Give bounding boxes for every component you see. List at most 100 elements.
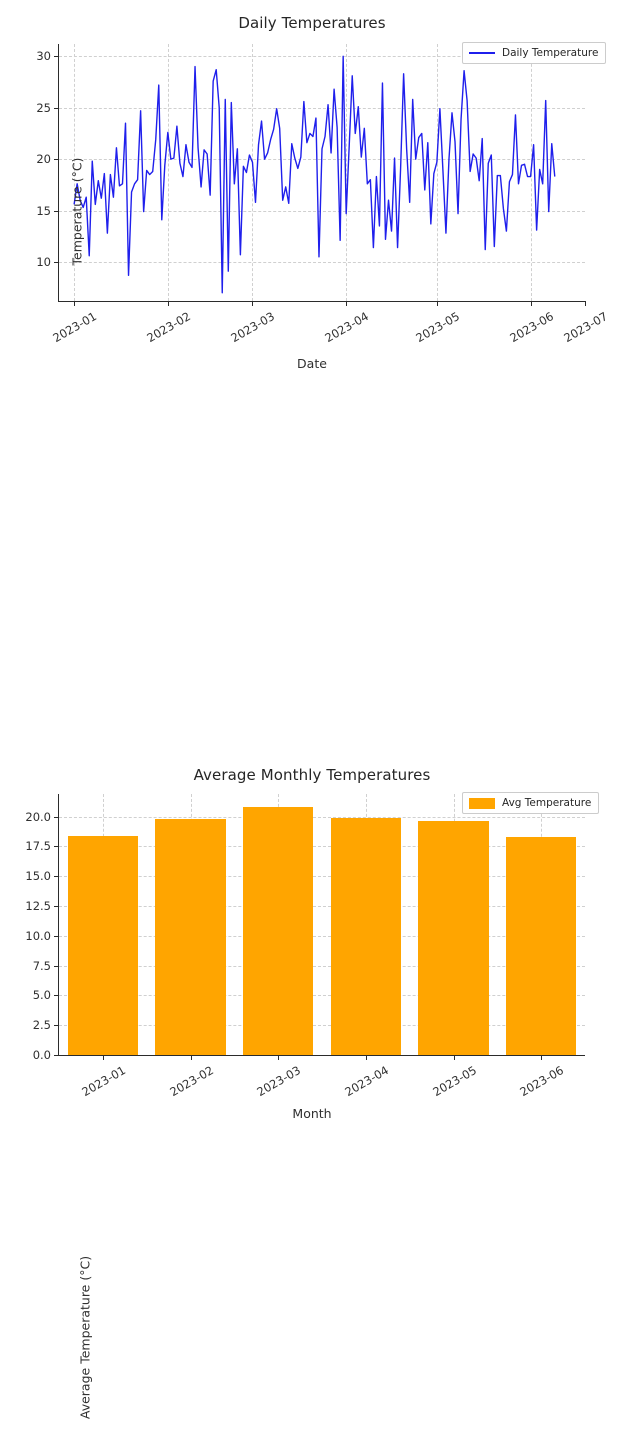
- gridline-vertical: [190, 794, 192, 1055]
- x-tick-mark: [365, 1055, 367, 1060]
- y-tick-label: 20: [36, 152, 51, 167]
- y-tick-label: 25: [36, 100, 51, 115]
- x-tick-mark: [167, 301, 169, 306]
- bar-2023-03[interactable]: [243, 806, 314, 1055]
- figure-canvas: Daily Temperatures 10 15 20 25 30 2023-01 2023…: [0, 0, 624, 1419]
- x-tick-label: 2023-06: [506, 309, 556, 346]
- x-tick-mark: [541, 1055, 543, 1060]
- line-chart-gridlines: [59, 44, 585, 301]
- y-tick-mark: [54, 816, 59, 818]
- y-tick-label: 2.5: [32, 1018, 51, 1033]
- gridline-vertical: [365, 794, 367, 1055]
- gridline-horizontal: [59, 846, 585, 848]
- bar-chart-bars-layer: [59, 794, 585, 1055]
- y-tick-label: 15: [36, 203, 51, 218]
- x-tick-label: 2023-04: [322, 309, 372, 346]
- gridline-horizontal: [59, 107, 585, 109]
- gridline-vertical: [278, 794, 280, 1055]
- bar-2023-05[interactable]: [418, 820, 489, 1055]
- legend-line-swatch-icon: [469, 52, 495, 54]
- y-tick-mark: [54, 876, 59, 878]
- x-tick-label: 2023-05: [429, 1063, 479, 1100]
- bar-chart-title: Average Monthly Temperatures: [193, 766, 431, 784]
- gridline-vertical: [102, 794, 104, 1055]
- bar-chart-plot-area: 0.0 2.5 5.0 7.5 10.0 12.5 15.0 17.5 20.0 2023-01 2…: [25, 794, 585, 1419]
- line-chart-panel: Daily Temperatures 10 15 20 25 30 2023-01 2023…: [0, 0, 624, 380]
- y-tick-label: 12.5: [25, 899, 51, 914]
- x-tick-mark: [252, 301, 254, 306]
- gridline-horizontal: [59, 876, 585, 878]
- y-tick-label: 15.0: [25, 869, 51, 884]
- x-tick-label: 2023-02: [144, 309, 193, 346]
- x-tick-mark: [436, 301, 438, 306]
- bar-2023-01[interactable]: [67, 836, 138, 1055]
- y-tick-mark: [54, 1055, 59, 1056]
- x-tick-mark: [585, 301, 586, 306]
- legend-line-label: Daily Temperature: [502, 47, 599, 59]
- y-tick-label: 5.0: [32, 988, 51, 1003]
- gridline-vertical: [541, 794, 543, 1055]
- y-tick-mark: [54, 261, 59, 263]
- gridline-horizontal: [59, 159, 585, 161]
- x-tick-label: 2023-05: [413, 309, 462, 346]
- y-tick-mark: [54, 906, 59, 908]
- bar-2023-04[interactable]: [330, 817, 401, 1055]
- y-tick-label: 30: [36, 49, 51, 64]
- gridline-horizontal: [59, 1025, 585, 1027]
- y-tick-mark: [54, 107, 59, 109]
- x-tick-label: 2023-07: [561, 309, 610, 346]
- y-tick-label: 10.0: [25, 928, 51, 943]
- y-tick-label: 7.5: [32, 958, 51, 973]
- x-tick-mark: [453, 1055, 455, 1060]
- x-tick-mark: [346, 301, 348, 306]
- legend-bar-label: Avg Temperature: [502, 797, 592, 809]
- y-tick-mark: [54, 159, 59, 161]
- gridline-horizontal: [59, 965, 585, 967]
- bar-chart-y-axis-label: Average Temperature (°C): [77, 1255, 93, 1420]
- gridline-horizontal: [59, 906, 585, 908]
- y-tick-mark: [54, 935, 59, 937]
- line-chart-series-layer: [59, 44, 585, 301]
- y-tick-mark: [54, 846, 59, 848]
- x-tick-mark: [278, 1055, 280, 1060]
- gridline-horizontal: [59, 816, 585, 818]
- y-tick-label: 17.5: [25, 839, 51, 854]
- x-tick-label: 2023-01: [79, 1063, 128, 1100]
- y-tick-mark: [54, 1025, 59, 1027]
- line-chart-plot-area: 10 15 20 25 30 2023-01 2023-02 2023-03 2023-04 20…: [36, 44, 610, 345]
- bar-2023-06[interactable]: [506, 836, 577, 1055]
- gridline-vertical: [252, 44, 254, 301]
- x-tick-mark: [102, 1055, 104, 1060]
- gridline-horizontal: [59, 995, 585, 997]
- x-tick-mark: [530, 301, 532, 306]
- line-chart-legend[interactable]: Daily Temperature: [462, 42, 607, 64]
- daily-temperature-line: [73, 55, 556, 294]
- legend-bar-swatch-icon: [469, 797, 495, 809]
- y-tick-label: 0.0: [32, 1048, 51, 1062]
- gridline-vertical: [530, 44, 532, 301]
- bar-chart-gridlines: [59, 794, 585, 1055]
- y-tick-label: 20.0: [25, 809, 51, 824]
- x-tick-label: 2023-01: [50, 309, 100, 346]
- y-tick-mark: [54, 995, 59, 997]
- x-tick-label: 2023-03: [254, 1063, 304, 1100]
- y-tick-mark: [54, 56, 59, 58]
- bar-chart-x-axis-label: Month: [292, 1106, 332, 1121]
- y-tick-mark: [54, 965, 59, 967]
- x-tick-mark: [74, 301, 76, 306]
- x-tick-label: 2023-06: [517, 1063, 567, 1100]
- gridline-horizontal: [59, 935, 585, 937]
- gridline-vertical: [167, 44, 169, 301]
- x-tick-label: 2023-03: [228, 309, 278, 346]
- line-chart-x-axis-label: Date: [297, 356, 327, 371]
- bar-chart-panel: Average Monthly Temperatures 0.0 2.5 5.0 7.…: [0, 380, 624, 1419]
- bar-2023-02[interactable]: [155, 819, 226, 1055]
- gridline-vertical: [436, 44, 438, 301]
- bar-chart-legend[interactable]: Avg Temperature: [462, 792, 600, 814]
- x-tick-label: 2023-02: [166, 1063, 216, 1100]
- gridline-horizontal: [59, 210, 585, 212]
- line-chart-y-axis-label: Temperature (°C): [69, 157, 85, 266]
- x-tick-label: 2023-04: [342, 1063, 391, 1100]
- y-tick-mark: [54, 210, 59, 212]
- x-tick-mark: [190, 1055, 192, 1060]
